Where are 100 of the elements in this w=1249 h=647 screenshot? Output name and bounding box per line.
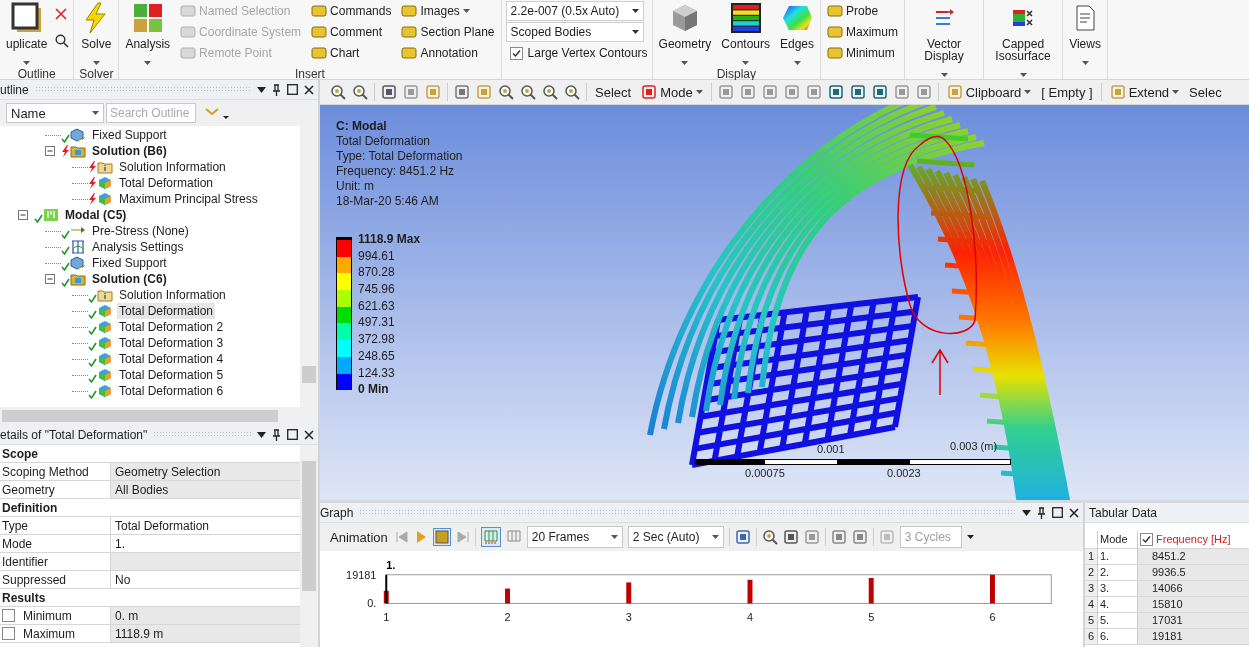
maximize-icon[interactable] [287, 84, 298, 95]
ribbon-button[interactable]: Minimum [825, 42, 901, 63]
frame-marker[interactable] [385, 573, 388, 605]
pin-icon[interactable] [1037, 506, 1046, 519]
row-number: 1 [1085, 549, 1098, 564]
collapse-toggle[interactable] [45, 146, 55, 156]
axis-tick-label: 3 [625, 611, 632, 624]
column-header: Frequency [Hz] [1156, 532, 1231, 547]
marker-label: 1. [386, 558, 396, 571]
checkbox[interactable] [509, 46, 523, 60]
ribbon-button[interactable]: Comment [309, 21, 394, 42]
tree-item[interactable]: Analysis Settings [90, 239, 186, 255]
tree-item[interactable]: Solution Information [117, 287, 228, 303]
tree-item[interactable]: Maximum Principal Stress [117, 191, 260, 207]
pin-icon[interactable] [272, 428, 281, 441]
toolbar-button[interactable]: Extend [1107, 84, 1182, 100]
tool-icon[interactable] [641, 84, 658, 100]
zoom-icon[interactable] [542, 84, 558, 100]
dropdown-arrow-icon[interactable] [1022, 509, 1031, 516]
distributed-frames-button[interactable] [480, 527, 501, 547]
tree-item[interactable]: Solution Information [117, 159, 228, 175]
property-value[interactable]: All Bodies [111, 481, 300, 498]
toolbar-button[interactable]: Mode [639, 84, 705, 100]
zoom-icon[interactable] [330, 84, 346, 100]
checkbox[interactable] [1140, 533, 1153, 546]
property-value[interactable]: 1118.9 m [111, 625, 300, 642]
collapse-toggle[interactable] [45, 274, 55, 284]
search-field[interactable]: Search Outline [106, 103, 196, 123]
tree-item[interactable]: Total Deformation [117, 175, 216, 191]
property-value[interactable]: Geometry Selection [111, 463, 300, 480]
ribbon-button[interactable]: Geometry [656, 0, 714, 67]
ribbon-button[interactable]: uplicate [4, 0, 50, 67]
tree-item[interactable]: Total Deformation [117, 303, 216, 319]
ribbon-button[interactable]: Probe [825, 0, 901, 21]
ribbon-button[interactable]: Commands [309, 0, 394, 21]
maximize-icon[interactable] [287, 429, 298, 440]
ribbon-button[interactable]: Annotation [399, 42, 497, 63]
tree-item[interactable]: Pre-Stress (None) [90, 223, 191, 239]
toolbar-icon[interactable] [849, 84, 866, 100]
zoom-icon[interactable] [498, 84, 514, 100]
ribbon-button[interactable]: Section Plane [399, 21, 497, 42]
duration-dropdown[interactable]: 2 Sec (Auto) [627, 526, 724, 548]
close-icon[interactable] [1069, 507, 1079, 518]
toolbar-icon[interactable] [871, 84, 888, 100]
ribbon-button[interactable]: Solve [78, 0, 115, 67]
tree-item[interactable]: Solution (C6) [90, 271, 169, 287]
ribbon-button[interactable]: Views [1067, 0, 1104, 67]
zoom-icon[interactable] [520, 84, 536, 100]
property-value[interactable]: 0. m [111, 607, 300, 624]
ribbon-button[interactable]: Maximum [825, 21, 901, 42]
dropdown-arrow-icon[interactable] [257, 86, 266, 93]
dropdown-arrow-icon[interactable] [257, 431, 266, 438]
axis-tick-label: 1 [383, 611, 390, 624]
pin-icon[interactable] [272, 83, 281, 96]
close-icon[interactable] [304, 84, 314, 95]
group-label: Solver [78, 67, 115, 81]
toolbar-button[interactable]: Select [593, 84, 634, 100]
tool-icon [401, 3, 418, 18]
group-label: Insert [293, 67, 326, 81]
toolbar-button[interactable]: Selec [1187, 84, 1224, 100]
tree-item[interactable]: Modal (C5) [63, 207, 129, 223]
frames-dropdown[interactable]: 20 Frames [526, 526, 623, 548]
checkbox[interactable] [2, 609, 15, 622]
toolbar-icon[interactable] [827, 84, 844, 100]
filter-dropdown[interactable]: Name [6, 103, 104, 123]
search-icon[interactable] [55, 34, 70, 48]
zoom-icon[interactable] [761, 529, 778, 545]
legend-label: 745.96 [358, 281, 396, 298]
toolbar-icon[interactable] [381, 84, 397, 100]
ribbon-button[interactable]: Analysis [123, 0, 173, 67]
ribbon-button[interactable]: Capped Isosurface [988, 0, 1059, 79]
zoom-icon[interactable] [352, 84, 368, 100]
tree-item[interactable]: Total Deformation 4 [117, 351, 226, 367]
toolbar-icon[interactable] [454, 84, 470, 100]
tree-item[interactable]: Fixed Support [90, 255, 169, 271]
ribbon-button[interactable]: Contours [719, 0, 772, 67]
tool-icon [180, 24, 197, 39]
ribbon-button[interactable]: Images [399, 0, 497, 21]
chevron-icon[interactable] [204, 106, 230, 120]
toolbar-icon[interactable] [830, 529, 847, 545]
tree-item[interactable]: Total Deformation 2 [117, 319, 226, 335]
tree-item[interactable]: Solution (B6) [90, 143, 169, 159]
checkbox[interactable] [2, 627, 15, 640]
toolbar-icon[interactable] [851, 529, 868, 545]
tree-item[interactable]: Total Deformation 6 [117, 383, 226, 399]
dropdown[interactable]: Scoped Bodies [505, 22, 644, 42]
stop-button[interactable] [432, 528, 451, 546]
toolbar-button[interactable]: [ Empty ] [1039, 84, 1095, 100]
maximize-icon[interactable] [1052, 507, 1063, 518]
toolbar-button[interactable]: Clipboard [944, 84, 1034, 100]
ribbon-button[interactable]: Edges [778, 0, 817, 67]
ribbon-button[interactable]: Vector Display [909, 0, 980, 79]
zoom-icon[interactable] [564, 84, 580, 100]
tree-item[interactable]: Total Deformation 5 [117, 367, 226, 383]
tree-item[interactable]: Total Deformation 3 [117, 335, 226, 351]
ribbon-button[interactable]: Chart [309, 42, 394, 63]
close-icon[interactable] [304, 429, 314, 440]
collapse-toggle[interactable] [18, 210, 28, 220]
tree-item[interactable]: Fixed Support [90, 127, 169, 143]
dropdown[interactable]: 2.2e-007 (0.5x Auto) [505, 1, 644, 21]
